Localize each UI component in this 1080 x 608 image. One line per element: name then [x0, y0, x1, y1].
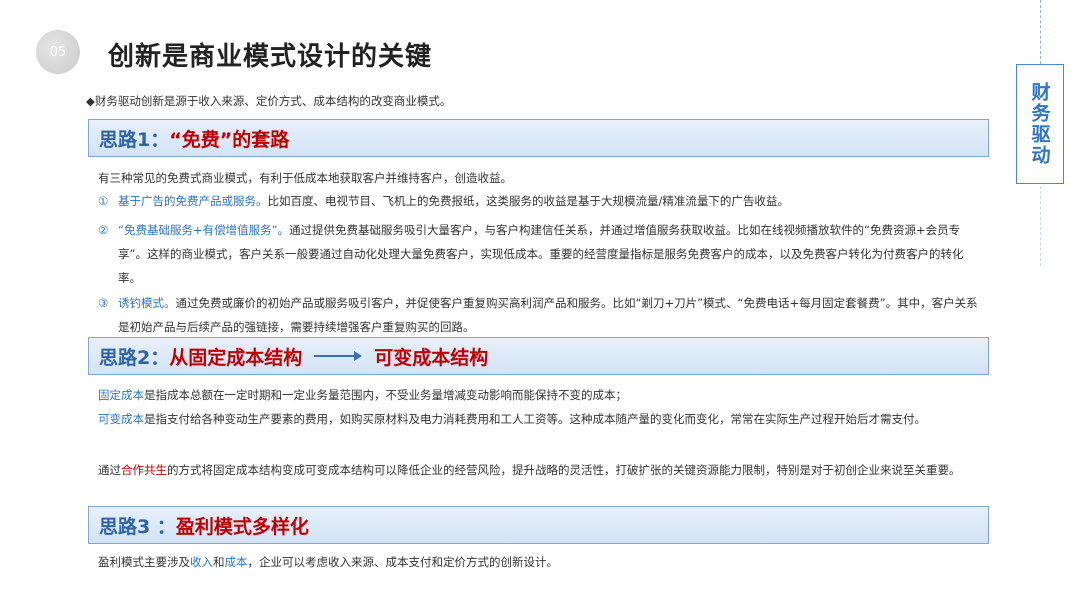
item-heading: “免费基础服务+有偿增值服务”。 [118, 223, 290, 237]
side-tag-label: 财务驱动 [1028, 82, 1051, 166]
item-number: ① [98, 194, 109, 208]
section-2-title-to: 可变成本结构 [374, 346, 489, 369]
section-1-item-3: ③ 诱钓模式。通过免费或廉价的初始产品或服务吸引客户，并促使客户重复购买高利润产… [98, 291, 982, 339]
section-1-header: 思路1： “免费”的套路 [88, 119, 989, 157]
section-3-text-part: 盈利模式主要涉及 [98, 555, 190, 569]
section-1-label: 思路1： [99, 128, 170, 151]
item-text: 比如百度、电视节目、飞机上的免费报纸，这类服务的收益是基于大规模流量/精准流量下… [267, 194, 789, 208]
page-number: 05 [49, 44, 67, 60]
section-3-label: 思路3 ： [99, 515, 176, 538]
variable-cost-definition: 可变成本是指支付给各种变动生产要素的费用，如购买原材料及电力消耗费用和工人工资等… [98, 407, 982, 431]
section-1-item-2: ② “免费基础服务+有偿增值服务”。通过提供免费基础服务吸引大量客户，与客户构建… [98, 218, 982, 290]
section-2-title-from: 从固定成本结构 [169, 346, 303, 369]
item-number: ② [98, 223, 109, 237]
section-2-label: 思路2： [99, 346, 170, 369]
fixed-cost-definition: 固定成本是指成本总额在一定时期和一定业务量范围内，不受业务量增减变动影响而能保持… [98, 383, 982, 407]
section-3-text-part: ，企业可以考虑收入来源、成本支付和定价方式的创新设计。 [247, 555, 559, 569]
section-2-header: 思路2： 从固定成本结构 可变成本结构 [88, 337, 989, 375]
item-number: ③ [98, 296, 109, 310]
coop-term: 合作共生 [121, 463, 167, 477]
side-tag: 财务驱动 [1016, 64, 1064, 184]
fixed-cost-term: 固定成本 [98, 388, 144, 402]
arrow-right-icon [314, 351, 363, 361]
section-3-title: 盈利模式多样化 [175, 515, 309, 538]
coop-text: 的方式将固定成本结构变成可变成本结构可以降低企业的经营风险，提升战略的灵活性，打… [167, 463, 961, 477]
variable-cost-text: 是指支付给各种变动生产要素的费用，如购买原材料及电力消耗费用和工人工资等。这种成… [144, 412, 926, 426]
section-3-text: 盈利模式主要涉及收入和成本，企业可以考虑收入来源、成本支付和定价方式的创新设计。 [98, 550, 982, 574]
variable-cost-term: 可变成本 [98, 412, 144, 426]
cost-term: 成本 [224, 555, 248, 569]
item-heading: 基于广告的免费产品或服务。 [118, 194, 268, 208]
section-3-text-part: 和 [213, 555, 225, 569]
section-3-header: 思路3 ： 盈利模式多样化 [88, 506, 989, 544]
fixed-cost-text: 是指成本总额在一定时期和一定业务量范围内，不受业务量增减变动影响而能保持不变的成… [144, 388, 627, 402]
section-1-title: “免费”的套路 [169, 128, 290, 151]
side-divider-line [1040, 0, 1041, 64]
side-divider-line-lower [1040, 186, 1041, 266]
item-text: 通过免费或廉价的初始产品或服务吸引客户，并促使客户重复购买高利润产品和服务。比如… [118, 296, 978, 334]
section-1-lead: 有三种常见的免费式商业模式，有利于低成本地获取客户并维持客户，创造收益。 [98, 171, 512, 185]
cooperation-paragraph: 通过合作共生的方式将固定成本结构变成可变成本结构可以降低企业的经营风险，提升战略… [98, 458, 982, 482]
intro-text: ◆财务驱动创新是源于收入来源、定价方式、成本结构的改变商业模式。 [86, 94, 452, 108]
item-heading: 诱钓模式。 [118, 296, 176, 310]
coop-prefix: 通过 [98, 463, 121, 477]
page-title: 创新是商业模式设计的关键 [108, 42, 433, 72]
page-number-badge: 05 [36, 30, 80, 74]
section-1-item-1: ① 基于广告的免费产品或服务。比如百度、电视节目、飞机上的免费报纸，这类服务的收… [98, 189, 982, 213]
income-term: 收入 [190, 555, 213, 569]
